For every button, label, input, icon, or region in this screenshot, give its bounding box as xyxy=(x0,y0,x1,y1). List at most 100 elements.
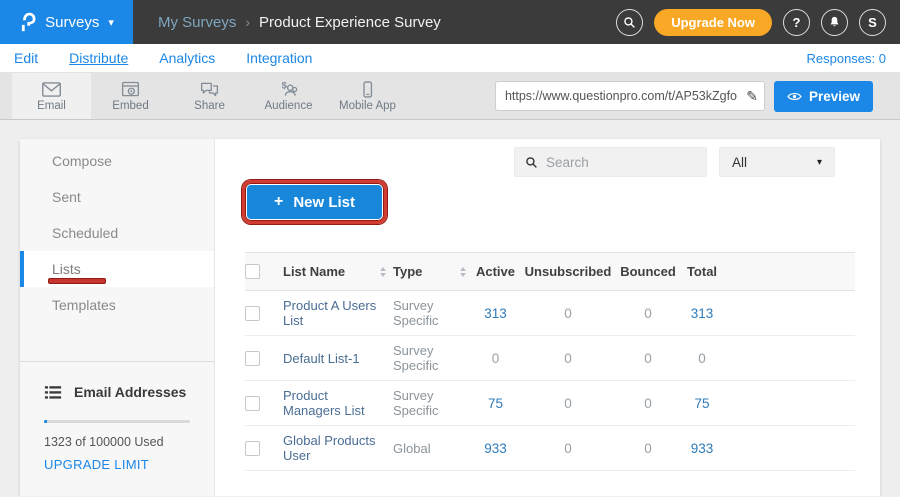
survey-url-box: ✎ xyxy=(495,81,765,111)
table-header-row: List Name Type Active Unsubsc xyxy=(245,252,855,291)
responses-count[interactable]: Responses: 0 xyxy=(807,51,887,66)
sidebar-item-templates[interactable]: Templates xyxy=(20,287,214,323)
sidebar-item-sent[interactable]: Sent xyxy=(20,179,214,215)
plus-icon: + xyxy=(274,193,283,211)
breadcrumb-my-surveys[interactable]: My Surveys xyxy=(158,14,236,31)
list-name-link[interactable]: Product Managers List xyxy=(283,388,387,418)
unsubscribed-count[interactable]: 0 xyxy=(518,351,618,366)
sidebar-item-compose[interactable]: Compose xyxy=(20,143,214,179)
total-count[interactable]: 933 xyxy=(678,441,726,456)
search-icon xyxy=(525,156,538,169)
sidebar-item-scheduled[interactable]: Scheduled xyxy=(20,215,214,251)
row-checkbox[interactable] xyxy=(245,351,260,366)
email-addresses-section: Email Addresses 1323 of 100000 Used UPGR… xyxy=(20,362,214,472)
questionpro-logo-icon xyxy=(19,11,37,33)
unsubscribed-count[interactable]: 0 xyxy=(518,441,618,456)
email-usage-progressbar xyxy=(44,420,190,423)
bounced-count[interactable]: 0 xyxy=(618,306,678,321)
eye-icon xyxy=(787,91,802,102)
svg-text:$: $ xyxy=(282,81,288,92)
list-type-filter-dropdown[interactable]: All ▾ xyxy=(719,147,835,177)
list-type: Survey Specific xyxy=(393,388,467,418)
mobile-phone-icon xyxy=(357,80,378,99)
help-button[interactable]: ? xyxy=(783,9,810,36)
table-row: Product Managers List Survey Specific 75… xyxy=(245,381,855,426)
column-header-unsubscribed: Unsubscribed xyxy=(518,264,618,279)
tab-analytics[interactable]: Analytics xyxy=(159,50,215,66)
embed-icon xyxy=(120,80,141,99)
tab-edit[interactable]: Edit xyxy=(14,50,38,66)
column-header-type: Type xyxy=(393,264,422,279)
top-header-bar: Surveys ▾ My Surveys › Product Experienc… xyxy=(0,0,900,44)
tab-distribute[interactable]: Distribute xyxy=(69,50,128,66)
email-lists-panel: Compose Sent Scheduled Lists Templates xyxy=(20,139,880,496)
table-row: Product A Users List Survey Specific 313… xyxy=(245,291,855,336)
total-count[interactable]: 0 xyxy=(678,351,726,366)
list-search-input[interactable] xyxy=(546,155,696,170)
email-addresses-header: Email Addresses xyxy=(44,384,190,400)
sidebar-item-lists[interactable]: Lists xyxy=(20,251,214,287)
surveys-product-menu[interactable]: Surveys ▾ xyxy=(0,0,133,44)
filter-selected-value: All xyxy=(732,155,747,170)
breadcrumb-current-survey: Product Experience Survey xyxy=(259,14,441,31)
page-content: Compose Sent Scheduled Lists Templates xyxy=(0,120,900,496)
upgrade-now-button[interactable]: Upgrade Now xyxy=(654,9,772,36)
toolbar-right-group: ✎ Preview xyxy=(495,73,900,119)
sort-icon[interactable] xyxy=(379,266,387,278)
total-count[interactable]: 313 xyxy=(678,306,726,321)
table-row: Global Products User Global 933 0 0 933 xyxy=(245,426,855,471)
email-addresses-title: Email Addresses xyxy=(74,384,186,400)
user-avatar[interactable]: S xyxy=(859,9,886,36)
tab-integration[interactable]: Integration xyxy=(246,50,312,66)
survey-url-input[interactable] xyxy=(505,89,746,103)
edit-url-icon[interactable]: ✎ xyxy=(746,88,758,105)
audience-icon: $ xyxy=(278,80,299,99)
envelope-icon xyxy=(41,80,62,99)
list-name-link[interactable]: Product A Users List xyxy=(283,298,387,328)
toolbar-item-share[interactable]: Share xyxy=(170,73,249,119)
row-checkbox[interactable] xyxy=(245,306,260,321)
active-count[interactable]: 0 xyxy=(473,351,518,366)
sort-icon[interactable] xyxy=(459,266,467,278)
sidebar-item-label: Lists xyxy=(52,261,81,277)
list-name-link[interactable]: Global Products User xyxy=(283,433,387,463)
row-checkbox[interactable] xyxy=(245,441,260,456)
row-checkbox[interactable] xyxy=(245,396,260,411)
select-all-checkbox[interactable] xyxy=(245,264,260,279)
share-icon xyxy=(199,80,220,99)
breadcrumb-separator-icon: › xyxy=(245,14,250,30)
active-count[interactable]: 933 xyxy=(473,441,518,456)
unsubscribed-count[interactable]: 0 xyxy=(518,306,618,321)
toolbar-item-label: Mobile App xyxy=(339,100,396,112)
email-lists-table: List Name Type Active Unsubsc xyxy=(245,252,855,471)
list-type: Global xyxy=(393,441,431,456)
active-count[interactable]: 313 xyxy=(473,306,518,321)
list-icon xyxy=(44,385,62,400)
annotation-highlight-new-list: + New List xyxy=(242,180,387,224)
bounced-count[interactable]: 0 xyxy=(618,396,678,411)
toolbar-item-email[interactable]: Email xyxy=(12,73,91,119)
notifications-button[interactable] xyxy=(821,9,848,36)
list-name-link[interactable]: Default List-1 xyxy=(283,351,360,366)
toolbar-item-label: Share xyxy=(194,100,225,112)
global-search-button[interactable] xyxy=(616,9,643,36)
toolbar-item-mobile-app[interactable]: Mobile App xyxy=(328,73,407,119)
toolbar-item-audience[interactable]: $ Audience xyxy=(249,73,328,119)
bounced-count[interactable]: 0 xyxy=(618,441,678,456)
new-list-button[interactable]: + New List xyxy=(247,185,382,219)
toolbar-item-embed[interactable]: Embed xyxy=(91,73,170,119)
unsubscribed-count[interactable]: 0 xyxy=(518,396,618,411)
toolbar-item-label: Embed xyxy=(112,100,148,112)
distribute-toolbar: Email Embed Share $ A xyxy=(0,73,900,120)
email-usage-progress-fill xyxy=(44,420,47,423)
active-count[interactable]: 75 xyxy=(473,396,518,411)
chevron-down-icon: ▾ xyxy=(108,16,114,29)
lists-main-area: All ▾ + New List xyxy=(215,139,880,496)
column-header-list-name: List Name xyxy=(283,264,345,279)
new-list-row: + New List xyxy=(215,180,880,224)
list-type: Survey Specific xyxy=(393,298,467,328)
bounced-count[interactable]: 0 xyxy=(618,351,678,366)
preview-button[interactable]: Preview xyxy=(774,81,873,112)
upgrade-limit-link[interactable]: UPGRADE LIMIT xyxy=(44,457,190,472)
total-count[interactable]: 75 xyxy=(678,396,726,411)
